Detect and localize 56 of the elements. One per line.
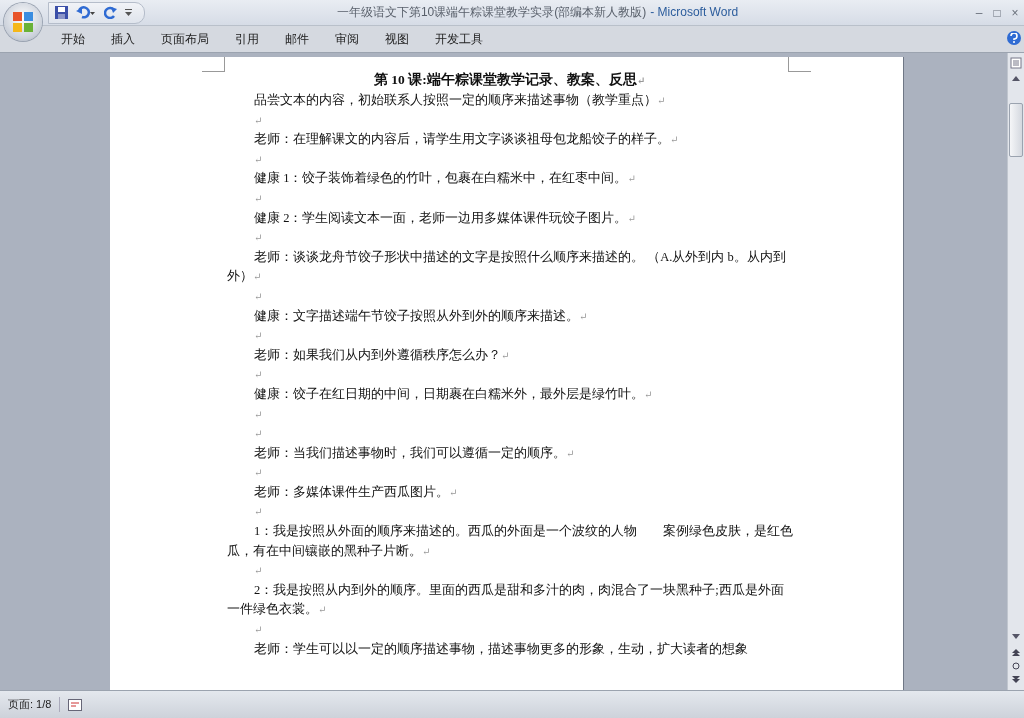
help-icon[interactable] xyxy=(1007,31,1021,45)
document-title: 第 10 课:端午粽课堂教学记录、教案、反思↵ xyxy=(372,71,647,89)
paragraph-mark: ↵ xyxy=(253,407,264,422)
window-title: 一年级语文下第10课端午粽课堂教学实录(部编本新人教版) - Microsoft Word xyxy=(335,4,740,21)
ribbon-tab[interactable]: 引用 xyxy=(224,30,274,48)
paragraph-mark: ↵ xyxy=(253,191,264,206)
paragraph-mark: ↵ xyxy=(253,623,264,638)
paragraph: 老师：学生可以以一定的顺序描述事物，描述事物更多的形象，生动，扩大读者的想象 xyxy=(253,640,749,658)
paragraph-mark: ↵ xyxy=(253,152,264,167)
paragraph: 品尝文本的内容，初始联系人按照一定的顺序来描述事物（教学重点）↵ xyxy=(253,92,667,109)
ribbon-tab[interactable]: 视图 xyxy=(374,30,424,48)
paragraph: 健康 2：学生阅读文本一面，老师一边用多媒体课件玩饺子图片。↵ xyxy=(253,209,637,227)
ribbon-tab[interactable]: 邮件 xyxy=(274,30,324,48)
paragraph: 健康：饺子在红日期的中间，日期裹在白糯米外，最外层是绿竹叶。↵ xyxy=(253,385,654,403)
office-logo xyxy=(12,11,34,33)
paragraph: 2：我是按照从内到外的顺序。里面的西瓜是甜和多汁的肉，肉混合了一块黑种子;西瓜是外面一件绿色衣裳。↵ xyxy=(227,581,785,619)
page-indicator: 页面: 1/8 xyxy=(0,697,61,712)
paragraph-mark: ↵ xyxy=(253,466,264,481)
undo-icon[interactable] xyxy=(76,6,96,19)
proofing-icon xyxy=(68,698,83,711)
save-icon[interactable] xyxy=(55,6,68,19)
paragraph: 老师：多媒体课件生产西瓜图片。↵ xyxy=(253,483,459,501)
ruler-toggle-icon xyxy=(1010,57,1022,69)
vertical-scrollbar[interactable] xyxy=(1007,53,1024,690)
restore-button[interactable]: □ xyxy=(988,5,1006,20)
minimize-button[interactable]: – xyxy=(970,5,988,20)
ribbon-tab[interactable]: 页面布局 xyxy=(150,30,224,48)
paragraph: 健康 1：饺子装饰着绿色的竹叶，包裹在白糯米中，在红枣中间。↵ xyxy=(253,170,637,188)
office-button[interactable] xyxy=(4,3,42,41)
paragraph: 老师：谈谈龙舟节饺子形状中描述的文字是按照什么顺序来描述的。 （A.从外到内 b。从内到外）↵ xyxy=(227,248,787,286)
scroll-thumb[interactable] xyxy=(1009,103,1023,157)
ribbon-tab[interactable]: 开始 xyxy=(50,30,100,48)
close-button[interactable]: × xyxy=(1006,5,1024,20)
browse-object-icon xyxy=(1012,646,1020,686)
paragraph-mark: ↵ xyxy=(253,289,264,304)
paragraph-mark: ↵ xyxy=(253,329,264,344)
scroll-up-icon xyxy=(1012,75,1020,81)
customize-caret-icon[interactable] xyxy=(125,8,132,17)
paragraph: 1：我是按照从外面的顺序来描述的。西瓜的外面是一个波纹的人物 案例绿色皮肤，是红色瓜，有在中间镶嵌的黑种子片断。↵ xyxy=(227,523,795,560)
crop-mark xyxy=(202,57,225,72)
paragraph-mark: ↵ xyxy=(253,231,264,246)
scroll-down-icon xyxy=(1012,634,1020,640)
paragraph: 老师：当我们描述事物时，我们可以遵循一定的顺序。↵ xyxy=(253,444,576,462)
paragraph: 老师：在理解课文的内容后，请学生用文字谈谈祖母包龙船饺子的样子。↵ xyxy=(253,131,680,149)
ribbon-tab[interactable]: 开发工具 xyxy=(424,30,498,48)
paragraph-mark: ↵ xyxy=(253,368,264,383)
paragraph: 老师：如果我们从内到外遵循秩序怎么办？↵ xyxy=(253,346,511,364)
ribbon-tab[interactable]: 审阅 xyxy=(324,30,374,48)
paragraph-mark: ↵ xyxy=(253,427,264,442)
paragraph: 健康：文字描述端午节饺子按照从外到外的顺序来描述。↵ xyxy=(253,307,589,325)
paragraph-mark: ↵ xyxy=(253,564,264,579)
crop-mark xyxy=(788,57,811,72)
paragraph-mark: ↵ xyxy=(253,505,264,520)
ribbon-tab[interactable]: 插入 xyxy=(100,30,150,48)
paragraph-mark: ↵ xyxy=(253,113,264,128)
redo-icon[interactable] xyxy=(104,6,117,19)
